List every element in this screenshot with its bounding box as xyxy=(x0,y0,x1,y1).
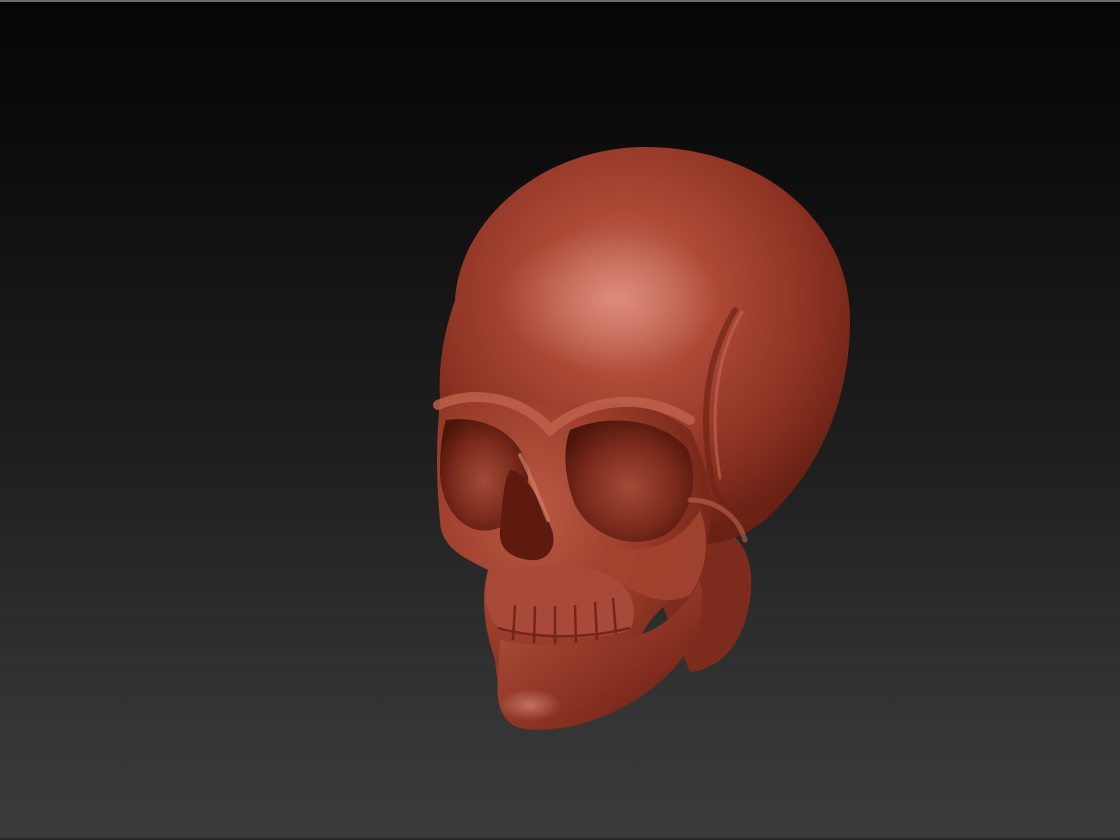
chin-highlight xyxy=(498,689,562,721)
cranium-highlight xyxy=(500,230,720,370)
canvas-viewport[interactable] xyxy=(0,0,1120,840)
maxilla xyxy=(485,565,634,638)
skull-model[interactable] xyxy=(0,0,1120,840)
